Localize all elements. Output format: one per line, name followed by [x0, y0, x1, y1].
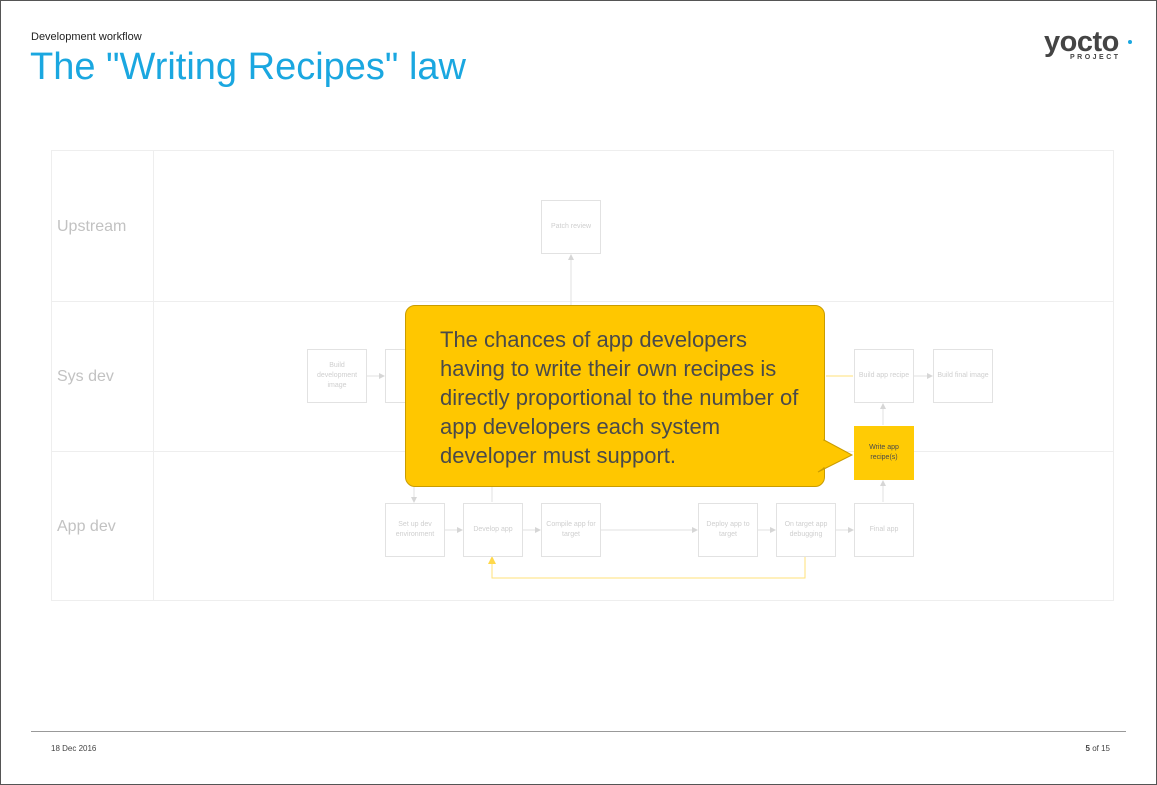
- page-number: 5 of 15: [1085, 744, 1110, 753]
- callout-text: The chances of app developers having to …: [440, 327, 799, 468]
- page-current: 5: [1085, 744, 1090, 753]
- footer-divider: [31, 731, 1126, 732]
- page-total: 15: [1101, 744, 1110, 753]
- footer-date: 18 Dec 2016: [51, 744, 97, 753]
